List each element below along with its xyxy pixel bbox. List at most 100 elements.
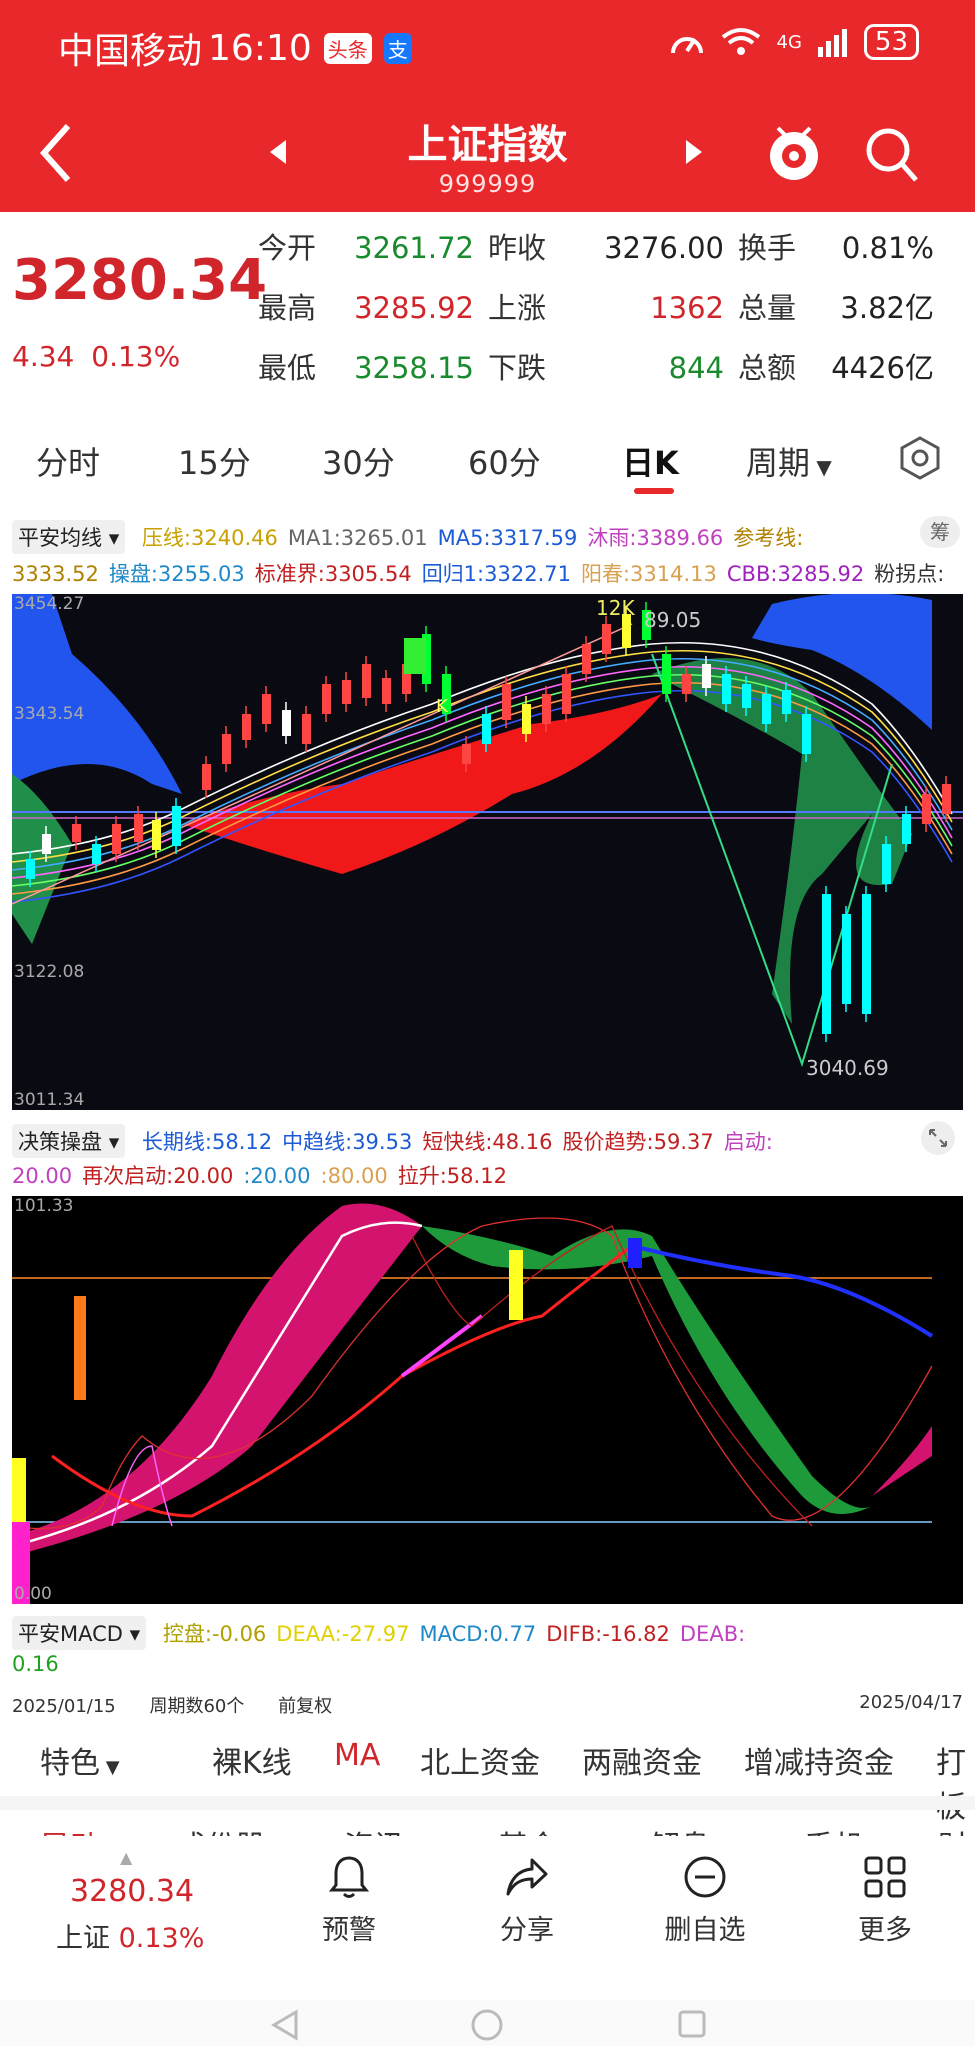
quote-value: 3261.72 (354, 231, 474, 265)
settings-hexagon-icon[interactable] (898, 436, 942, 480)
candle-body (242, 714, 251, 740)
sub-axis-top: 101.33 (14, 1196, 74, 1216)
kline-axis-low: 3122.08 (14, 962, 85, 982)
tab-feature-special[interactable]: 特色 ▼ (40, 1738, 120, 1782)
remove-watchlist-button[interactable]: 删自选 (650, 1854, 760, 1947)
share-button[interactable]: 分享 (472, 1854, 582, 1947)
active-tab-underline (634, 488, 674, 494)
expand-icon[interactable] (920, 1120, 956, 1156)
stock-code: 999999 (438, 170, 537, 198)
tab-fenshi[interactable]: 分时 (36, 438, 100, 484)
candle-body (462, 744, 471, 764)
sub-indicator-name: 决策操盘 (18, 1130, 102, 1154)
tab-30min[interactable]: 30分 (322, 438, 395, 484)
legend-item: 股价趋势:59.37 (562, 1130, 714, 1154)
legend-item: MACD:0.77 (419, 1622, 537, 1646)
status-bar-right: 4G 53 (669, 24, 919, 60)
tab-60min[interactable]: 60分 (468, 438, 541, 484)
quote-panel: 3280.34 4.34 0.13% 今开 3261.72 昨收 3276.00 换手 0… (0, 212, 975, 410)
sub-indicator-select[interactable]: 决策操盘 ▾ (12, 1124, 126, 1158)
quote-value: 4426亿 (831, 351, 934, 385)
nav-home-icon[interactable] (470, 2008, 504, 2042)
next-stock-icon[interactable] (684, 138, 704, 166)
more-button[interactable]: 更多 (830, 1854, 940, 1947)
share-label: 分享 (500, 1915, 554, 1946)
tab-15min[interactable]: 15分 (178, 438, 251, 484)
candle-body (882, 844, 891, 884)
legend-item: 再次启动:20.00 (82, 1164, 234, 1188)
candle-body (172, 806, 181, 846)
legend-item: 压线:3240.46 (141, 526, 278, 550)
kline-axis-mid: 3343.54 (14, 704, 85, 724)
candle-body (582, 644, 591, 674)
system-nav-bar (0, 2000, 975, 2046)
candle-body (134, 814, 143, 842)
nav-back-icon[interactable] (270, 2008, 300, 2042)
candle-body (702, 664, 711, 688)
candle-body (922, 794, 931, 824)
tab-bare-kline[interactable]: 裸K线 (212, 1738, 292, 1782)
nav-recents-icon[interactable] (676, 2008, 708, 2040)
signal-bar-yellow (509, 1250, 523, 1320)
tab-margin[interactable]: 两融资金 (582, 1738, 702, 1782)
change-percent: 0.13% (91, 340, 181, 373)
chip-button[interactable]: 筹 (920, 516, 960, 548)
decision-chart[interactable]: 101.33 0.00 (12, 1196, 963, 1604)
grid-icon (864, 1856, 906, 1898)
alipay-badge: 支 (383, 32, 412, 64)
clock: 16:10 (208, 27, 312, 69)
candle-body (112, 824, 121, 854)
period-tabs: 分时 15分 30分 60分 日K 周期 ▼ (0, 420, 975, 504)
tab-holding-change[interactable]: 增减持资金 (744, 1738, 894, 1782)
legend-item: 20.00 (12, 1164, 73, 1188)
network-label: 4G (776, 31, 802, 53)
marker-high-tag: 12K (596, 596, 635, 620)
end-date: 2025/04/17 (859, 1692, 963, 1713)
candle-body (42, 834, 51, 854)
marker-low-value: 3040.69 (806, 1056, 889, 1080)
kline-chart[interactable]: 3454.27 3343.54 3122.08 3011.34 12K 89.0… (12, 594, 963, 1110)
candle-body (222, 734, 231, 764)
quote-value: 844 (668, 351, 724, 385)
main-indicator-legend: 平安均线 ▾ 压线:3240.46 MA1:3265.01 MA5:3317.59 沐… (12, 520, 967, 554)
quote-value: 3285.92 (354, 291, 474, 325)
quote-label: 最低 (258, 351, 317, 385)
tab-ma[interactable]: MA (334, 1738, 380, 1773)
main-indicator-select[interactable]: 平安均线 ▾ (12, 520, 126, 554)
legend-item: 启动: (723, 1130, 773, 1154)
tab-northbound[interactable]: 北上资金 (420, 1738, 540, 1782)
macd-legend-line2: 0.16 (12, 1652, 967, 1676)
legend-item: DEAB: (679, 1622, 746, 1646)
candle-body (542, 694, 551, 724)
legend-item: DEAA:-27.97 (276, 1622, 410, 1646)
mascot-icon[interactable] (764, 122, 824, 186)
start-date: 2025/01/15 (12, 1696, 116, 1717)
candle-big-green (404, 638, 426, 674)
tab-period-dropdown[interactable]: 周期 ▼ (746, 438, 832, 484)
quote-label: 换手 (738, 231, 797, 265)
tab-period-label: 周期 (746, 444, 811, 482)
date-range-row: 2025/01/15 周期数60个 前复权 2025/04/17 (12, 1692, 963, 1718)
remove-watchlist-label: 删自选 (664, 1915, 746, 1946)
candle-body (602, 624, 611, 654)
tab-limit-up[interactable]: 打板 (936, 1738, 975, 1826)
macd-legend: 平安MACD ▾ 控盘:-0.06 DEAA:-27.97 MACD:0.77 DIF… (12, 1616, 967, 1650)
candle-body (662, 654, 671, 694)
kline-chart-svg (12, 594, 963, 1110)
candle-body (762, 694, 771, 724)
legend-item: 长期线:58.12 (141, 1130, 273, 1154)
bottom-action-bar: ▲ 3280.34 上证 0.13% 预警 分享 删自选 更多 (0, 1836, 975, 1976)
bottom-price: 3280.34 (70, 1874, 195, 1909)
decision-chart-svg (12, 1196, 963, 1604)
search-icon[interactable] (862, 124, 922, 186)
macd-indicator-select[interactable]: 平安MACD ▾ (12, 1616, 147, 1650)
adjust-mode: 前复权 (278, 1696, 333, 1717)
legend-item: 参考线: (733, 526, 804, 550)
quote-label: 今开 (258, 231, 317, 265)
tab-daily-k[interactable]: 日K (622, 438, 679, 484)
bottom-index-pct: 0.13% (118, 1923, 205, 1954)
tab-feature-special-label: 特色 (40, 1746, 100, 1781)
change-value: 4.34 (12, 340, 75, 373)
alert-button[interactable]: 预警 (294, 1854, 404, 1947)
legend-item: CBB:3285.92 (726, 562, 865, 586)
